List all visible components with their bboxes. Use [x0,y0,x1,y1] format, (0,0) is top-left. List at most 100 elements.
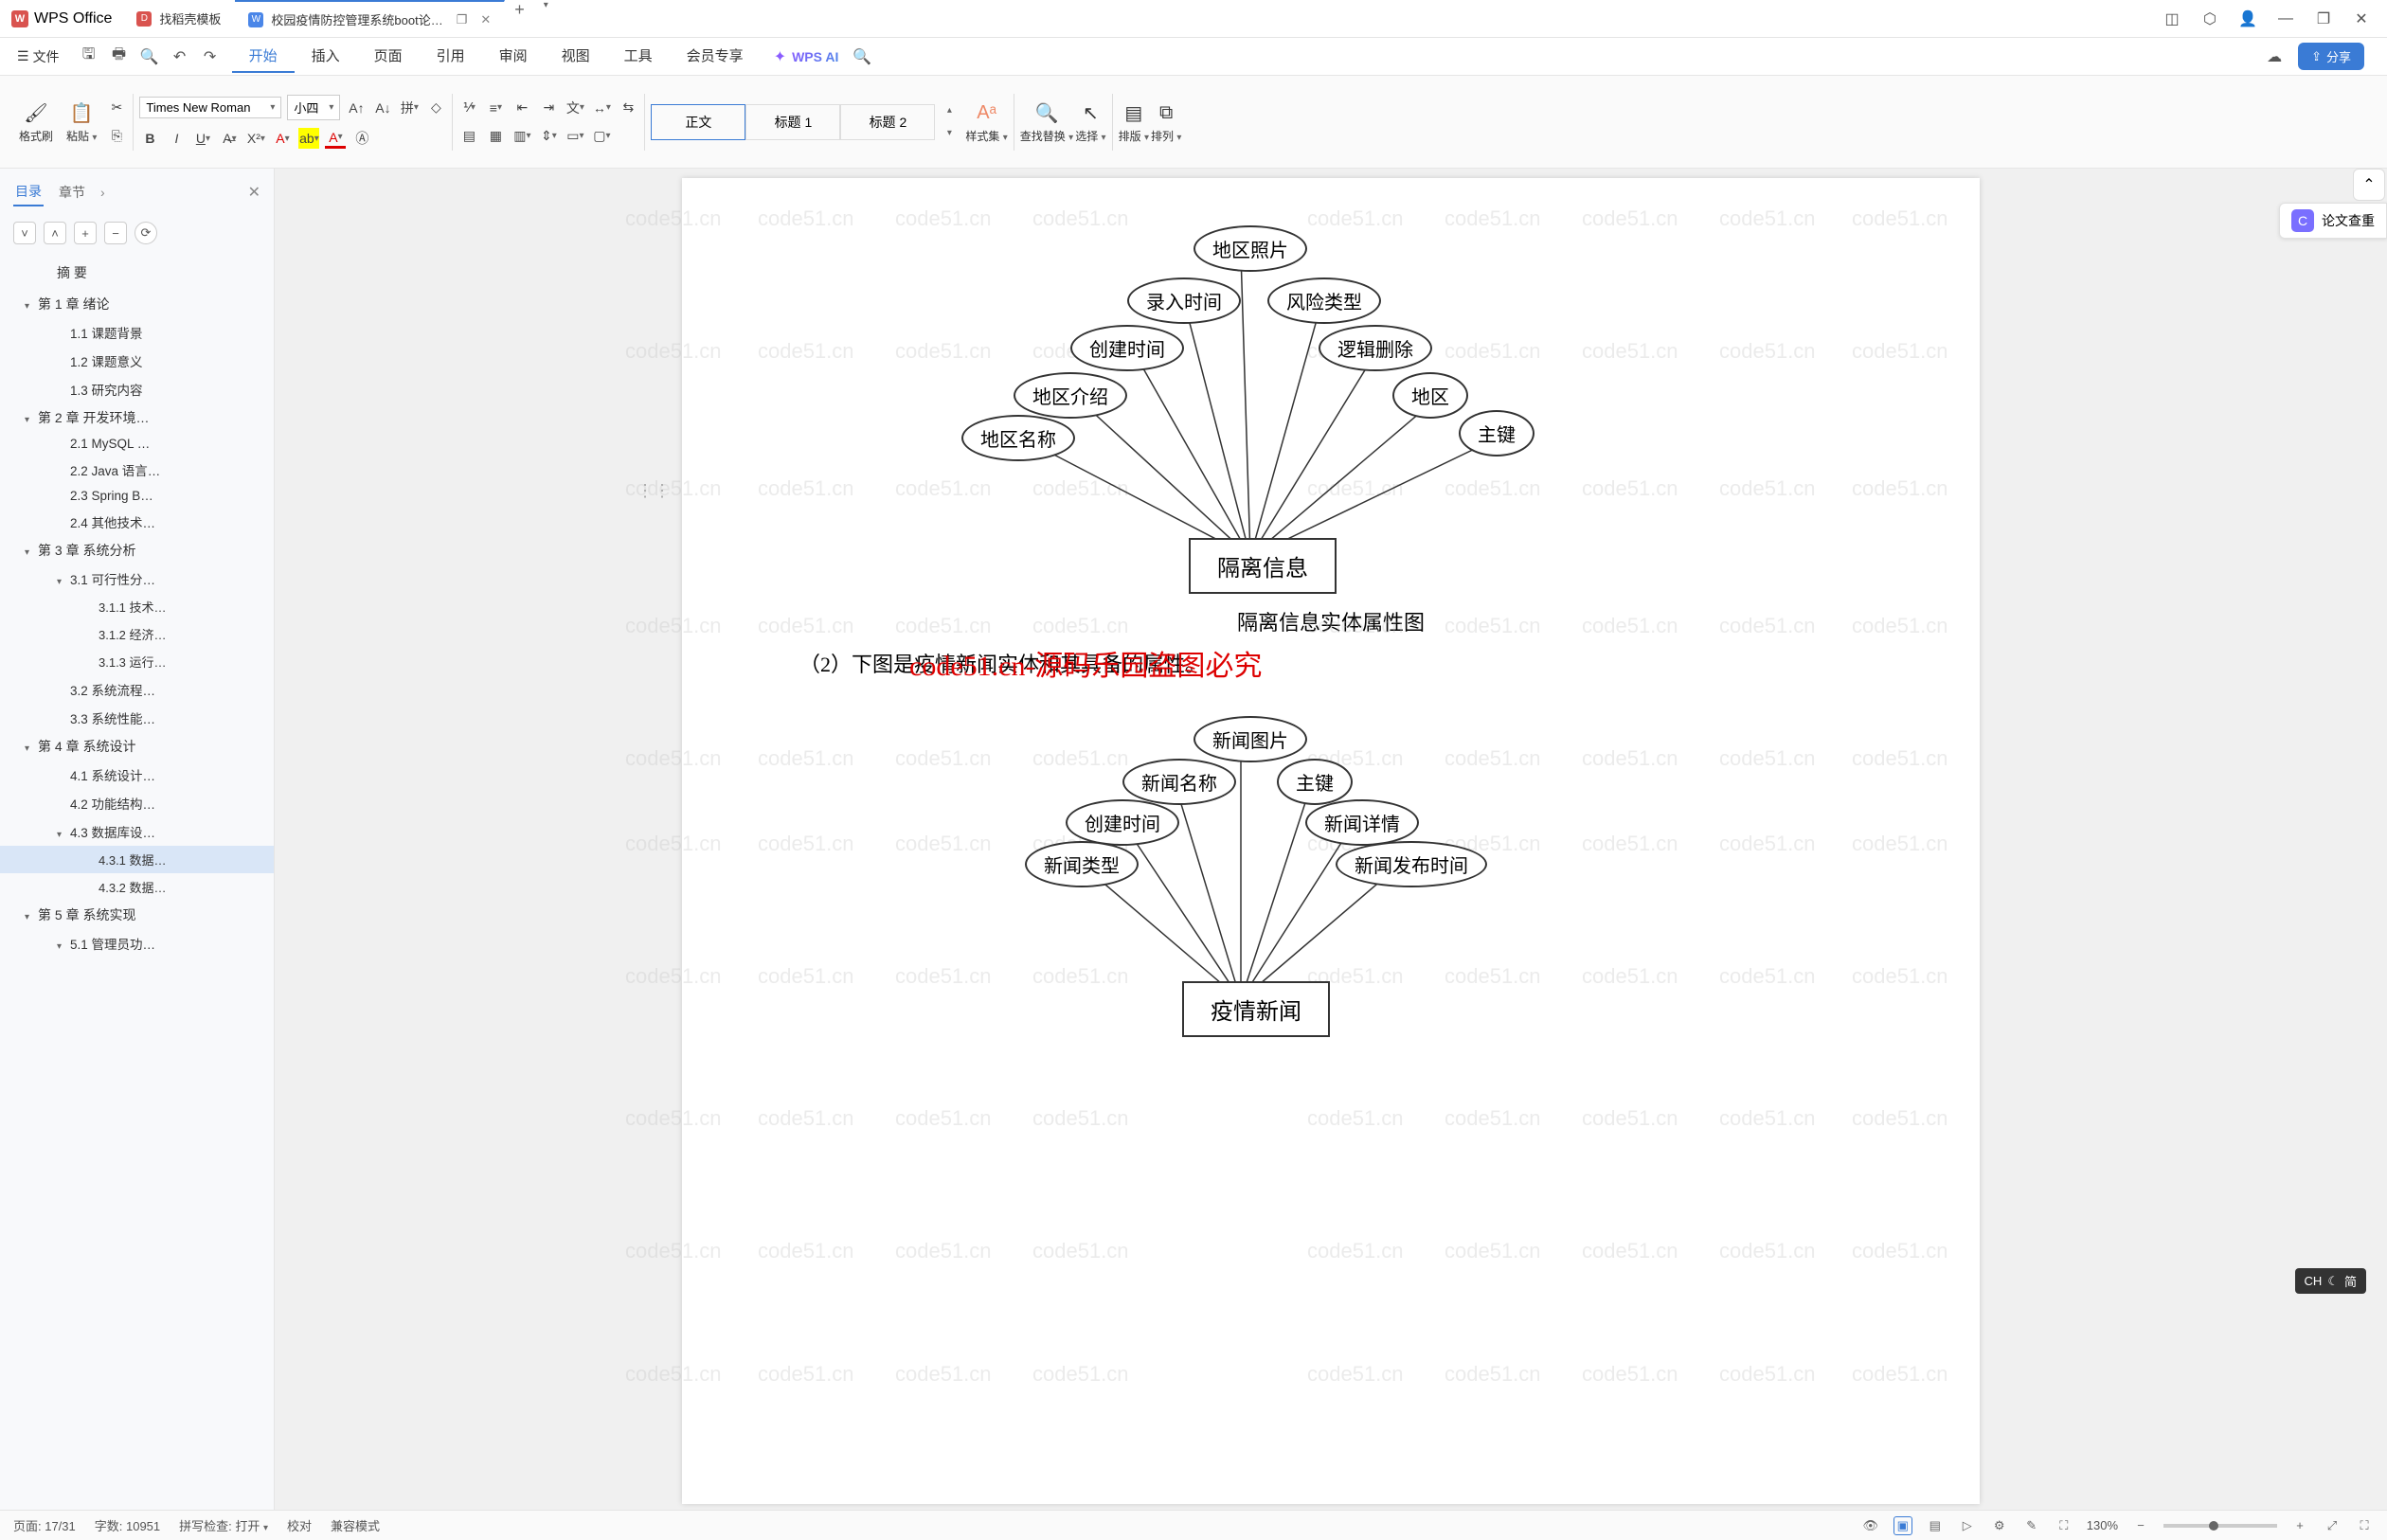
outline-item[interactable]: ▾第 3 章 系统分析 [0,536,274,564]
font-color-icon[interactable]: A▾ [325,128,346,149]
status-proof[interactable]: 校对 [287,1516,312,1534]
document-area[interactable]: ⋮⋮ code51.cncode51.cncode51.cncode51.cnc… [275,169,2387,1510]
menu-member[interactable]: 会员专享 [670,40,761,73]
tab-dropdown-icon[interactable]: ▾ [534,0,558,37]
search-icon[interactable]: 🔍 [852,46,872,67]
clear-format-icon[interactable]: ◇ [425,98,446,118]
menu-review[interactable]: 审阅 [482,40,545,73]
zoom-in-icon[interactable]: + [2290,1516,2309,1535]
outline-item[interactable]: 3.1.1 技术… [0,593,274,620]
menu-ref[interactable]: 引用 [420,40,482,73]
cube-icon[interactable]: ⬡ [2201,10,2218,27]
outline-item[interactable]: 4.2 功能结构… [0,789,274,817]
outline-item[interactable]: 2.3 Spring B… [0,484,274,508]
highlight-icon[interactable]: ab▾ [298,128,319,149]
find-replace-button[interactable]: 🔍 查找替换 ▾ [1020,99,1073,144]
border-icon[interactable]: ▢▾ [591,126,612,147]
eye-icon[interactable]: 👁 [1861,1516,1880,1535]
close-icon[interactable]: ✕ [2353,10,2370,27]
redo-icon[interactable]: ↷ [200,46,221,67]
fullscreen-icon[interactable]: ⛶ [2355,1516,2374,1535]
file-menu-button[interactable]: ☰ 文件 [9,44,67,70]
view-page-icon[interactable]: ▣ [1893,1516,1912,1535]
sidebar-tab-chapter[interactable]: 章节 [57,179,87,206]
copy-icon[interactable]: ⎘ [106,126,127,147]
outline-item[interactable]: 3.1.2 经济… [0,620,274,648]
font-size-select[interactable]: 小四▾ [287,95,340,120]
outline-item[interactable]: 2.4 其他技术… [0,508,274,536]
select-button[interactable]: ↖ 选择 ▾ [1075,99,1105,144]
align-left-icon[interactable]: ▤ [458,126,479,147]
sidebar-tab-toc[interactable]: 目录 [13,178,44,206]
outline-item[interactable]: 4.3.1 数据… [0,846,274,873]
dec-indent-icon[interactable]: ⇤ [512,98,532,118]
avatar-icon[interactable]: 👤 [2239,10,2256,27]
italic-icon[interactable]: I [166,128,187,149]
outline-item[interactable]: ▾5.1 管理员功… [0,929,274,958]
rail-collapse-icon[interactable]: ⌃ [2353,169,2385,201]
outline-item[interactable]: ▾第 1 章 绪论 [0,290,274,318]
phonetic-icon[interactable]: 拼▾ [399,98,420,118]
line-spacing-icon[interactable]: ⇕▾ [538,126,559,147]
enclosed-char-icon[interactable]: Ⓐ [351,128,372,149]
tab-template[interactable]: D 找稻壳模板 [123,0,235,37]
underline-icon[interactable]: U▾ [192,128,213,149]
outline-item[interactable]: ▾3.1 可行性分… [0,564,274,593]
cloud-icon[interactable]: ☁ [2264,46,2285,67]
style-normal[interactable]: 正文 [651,104,745,140]
new-tab-button[interactable]: + [505,0,534,37]
outline-item[interactable]: 4.3.2 数据… [0,873,274,901]
inc-indent-icon[interactable]: ⇥ [538,98,559,118]
text-effect-icon[interactable]: A▾ [272,128,293,149]
menu-insert[interactable]: 插入 [295,40,357,73]
paste-button[interactable]: 📋 粘贴 ▾ [66,99,97,144]
styleset-button[interactable]: Aᵃ 样式集 ▾ [965,99,1007,144]
status-words[interactable]: 字数: 10951 [95,1516,160,1534]
outline-summary[interactable]: 摘 要 [0,256,274,290]
expand-down-icon[interactable]: ˅ [13,222,36,244]
panel-icon[interactable]: ◫ [2163,10,2181,27]
superscript-icon[interactable]: X²▾ [245,128,266,149]
align-right-icon[interactable]: ▥▾ [512,126,532,147]
tab-document[interactable]: W 校园疫情防控管理系统boot论… ❐ ✕ [235,0,505,37]
wps-ai-button[interactable]: ✦ WPS AI [764,47,849,66]
view-outline-icon[interactable]: ▤ [1926,1516,1945,1535]
outline-item[interactable]: 1.1 课题背景 [0,318,274,347]
remove-icon[interactable]: − [104,222,127,244]
status-compat[interactable]: 兼容模式 [331,1516,380,1534]
outline-item[interactable]: ▾第 2 章 开发环境… [0,403,274,432]
outline-item[interactable]: 3.1.3 运行… [0,648,274,675]
text-direction-icon[interactable]: 文▾ [565,98,585,118]
outline-item[interactable]: 2.1 MySQL … [0,432,274,456]
zoom-level[interactable]: 130% [2087,1518,2118,1532]
drag-handle-icon[interactable]: ⋮⋮ [637,481,671,501]
shrink-font-icon[interactable]: A↓ [372,98,393,118]
gear-icon[interactable]: ⚙ [1990,1516,2009,1535]
tab-close-icon[interactable]: ✕ [480,12,491,27]
menu-view[interactable]: 视图 [545,40,607,73]
sidebar-close-icon[interactable]: ✕ [248,183,260,202]
pen-icon[interactable]: ✎ [2022,1516,2041,1535]
outline-item[interactable]: ▾第 5 章 系统实现 [0,901,274,929]
style-heading1[interactable]: 标题 1 [745,104,840,140]
cut-icon[interactable]: ✂ [106,98,127,118]
arrange-button[interactable]: ▤ 排版 ▾ [1119,99,1149,144]
share-button[interactable]: ⇪ 分享 [2298,43,2364,70]
tab-window-icon[interactable]: ❐ [451,12,474,27]
menu-home[interactable]: 开始 [232,40,295,73]
outline-item[interactable]: 2.2 Java 语言… [0,456,274,484]
fit-icon[interactable]: ⤢ [2323,1516,2342,1535]
sidebar-nav-next-icon[interactable]: › [100,185,105,200]
menu-tools[interactable]: 工具 [607,40,670,73]
outline-item[interactable]: 1.2 课题意义 [0,347,274,375]
align-center-icon[interactable]: ▦ [485,126,506,147]
zoom-slider[interactable] [2163,1524,2277,1528]
play-icon[interactable]: ▷ [1958,1516,1977,1535]
focus-icon[interactable]: ⛶ [2055,1516,2073,1535]
outline-item[interactable]: 3.3 系统性能… [0,704,274,732]
outline-item[interactable]: ▾4.3 数据库设… [0,817,274,846]
add-icon[interactable]: + [74,222,97,244]
status-spell[interactable]: 拼写检查: 打开 ▾ [179,1516,268,1534]
num-list-icon[interactable]: ⅟▾ [458,98,479,118]
style-up-icon[interactable]: ▴ [939,100,960,121]
